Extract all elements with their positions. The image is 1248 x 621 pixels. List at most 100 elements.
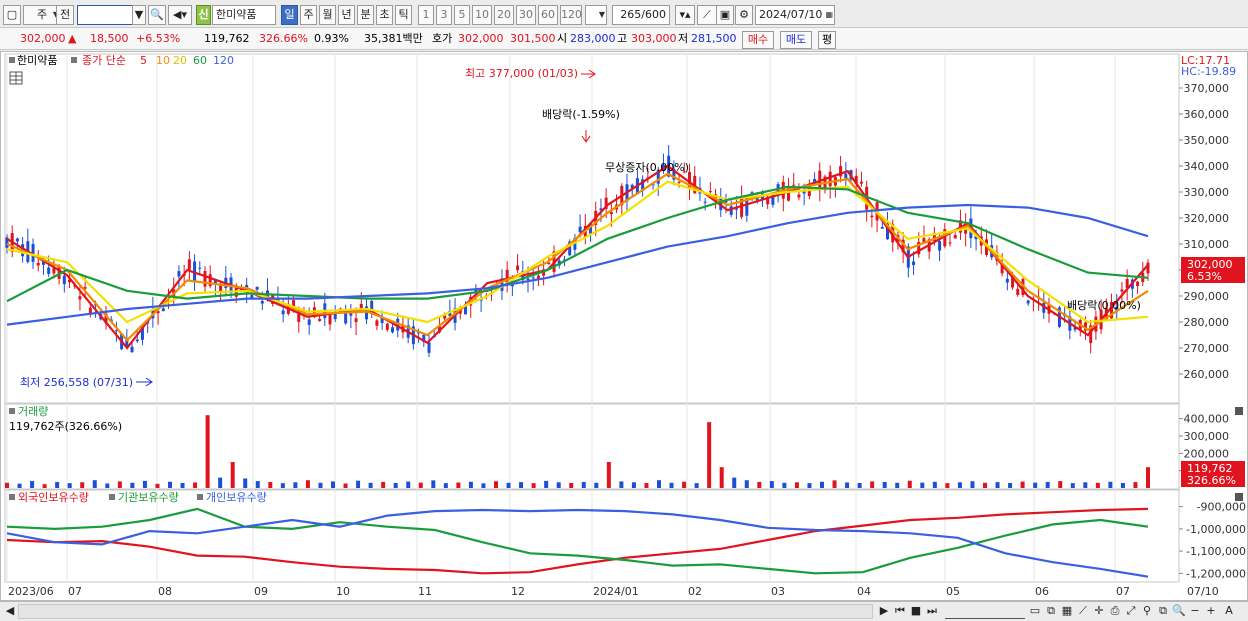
date-field[interactable]: 2024/07/10 ▦	[755, 5, 835, 25]
copy-icon[interactable]: ⧉	[1156, 604, 1170, 619]
scroll-left-icon[interactable]: ◀	[4, 604, 16, 619]
forward-icon[interactable]: ⏭	[925, 604, 939, 619]
stop-icon[interactable]: ■	[909, 604, 923, 619]
period-month[interactable]: 월	[319, 5, 336, 25]
count-field[interactable]: 265/600	[612, 5, 670, 25]
period-second[interactable]: 초	[376, 5, 393, 25]
candle-body	[36, 262, 40, 266]
scroll-right-icon[interactable]: ▶	[877, 604, 891, 619]
volume-bar	[920, 482, 925, 488]
candle-body	[359, 303, 363, 309]
current-pct-label: 6.53%	[1187, 270, 1222, 283]
compare-icon[interactable]: ⧉	[1044, 604, 1058, 619]
layout-icon[interactable]: ▭	[1028, 604, 1042, 619]
candle-body	[526, 278, 530, 281]
legend-institution: 기관보유수량	[118, 491, 179, 504]
sell-button[interactable]: 매도	[780, 31, 812, 49]
chart-area[interactable]: 370,000 360,000 350,000 340,000 330,000 320,0…	[0, 51, 1248, 601]
search-icon[interactable]: 🔍	[148, 5, 166, 25]
print-icon[interactable]: ⎙	[1108, 604, 1122, 619]
volume-bar	[356, 480, 361, 488]
legend-marker	[71, 57, 77, 63]
y-axis-ticks: 370,000 360,000 350,000 340,000 330,000 320,0…	[1179, 82, 1246, 580]
expand-icon[interactable]: ⤢	[1124, 604, 1138, 619]
indicator-icon[interactable]: ▾▴	[675, 5, 695, 25]
volume-bar	[468, 481, 473, 488]
candle-body	[859, 181, 863, 184]
legend-marker	[197, 494, 203, 500]
legend-ma-120: 120	[213, 54, 234, 67]
interval-10[interactable]: 10	[472, 5, 492, 25]
close-icon[interactable]	[1235, 493, 1243, 501]
table-icon[interactable]: ▦	[1060, 604, 1074, 619]
legend-ma-20: 20	[173, 54, 187, 67]
rewind-icon[interactable]: ⏮	[893, 604, 907, 619]
period-minute[interactable]: 분	[357, 5, 374, 25]
period-tick[interactable]: 틱	[395, 5, 412, 25]
search-icon[interactable]: 🔍	[1172, 604, 1186, 619]
legend-series: 종가 단순	[82, 54, 126, 67]
scrollbar-track[interactable]	[18, 604, 873, 619]
legend-ma-5: 5	[140, 54, 147, 67]
period-week[interactable]: 주	[300, 5, 317, 25]
save-icon[interactable]: ▣	[716, 5, 734, 25]
interval-120[interactable]: 120	[560, 5, 582, 25]
gear-icon[interactable]: ⚙	[735, 5, 753, 25]
bid-label: 호가	[432, 32, 453, 45]
y-tick-label: 350,000	[1184, 134, 1230, 147]
text-tool-icon[interactable]: A	[1222, 604, 1236, 619]
candle-body	[260, 300, 264, 304]
interval-60[interactable]: 60	[538, 5, 558, 25]
draw-tool-icon[interactable]: ⟋	[697, 5, 717, 25]
interval-1[interactable]: 1	[418, 5, 434, 25]
speaker-icon[interactable]: ◀▾	[168, 5, 192, 25]
stock-name-field[interactable]: 한미약품	[212, 5, 276, 25]
zoom-in-icon[interactable]: +	[1204, 604, 1218, 619]
volume-bar	[707, 422, 712, 488]
y-tick-label: 300,000	[1184, 430, 1230, 443]
prev-button[interactable]: 전	[56, 5, 74, 25]
interval-custom-select[interactable]: ▼	[585, 5, 607, 25]
change-value: 18,500	[90, 32, 129, 45]
volume-bar	[744, 480, 749, 488]
interval-20[interactable]: 20	[494, 5, 514, 25]
interval-30[interactable]: 30	[516, 5, 536, 25]
zoom-out-icon[interactable]: −	[1188, 604, 1202, 619]
buy-button[interactable]: 매수	[742, 31, 774, 49]
volume-bar	[205, 415, 210, 488]
close-icon[interactable]	[1235, 407, 1243, 415]
volume-bar	[757, 481, 762, 488]
code-dropdown-icon[interactable]: ▼	[132, 5, 146, 25]
line-tool-icon[interactable]: ⟋	[1076, 604, 1090, 619]
volume-bar	[67, 483, 72, 488]
volume-bar	[456, 482, 461, 488]
legend-ma-10: 10	[156, 54, 170, 67]
stock-chart[interactable]: 370,000 360,000 350,000 340,000 330,000 320,0…	[1, 52, 1247, 600]
candle-body	[427, 342, 431, 353]
interval-5[interactable]: 5	[454, 5, 470, 25]
candle-body	[328, 314, 332, 325]
pin-icon[interactable]: ⚲	[1140, 604, 1154, 619]
candle-body	[391, 327, 395, 333]
layout-icon[interactable]: ▢	[3, 5, 21, 25]
legend-marker	[109, 494, 115, 500]
crosshair-icon[interactable]: ✛	[1092, 604, 1106, 619]
x-tick-label: 07	[68, 585, 82, 598]
period-year[interactable]: 년	[338, 5, 355, 25]
period-day[interactable]: 일	[281, 5, 298, 25]
eval-button[interactable]: 평	[818, 31, 836, 49]
high-annotation: 최고 377,000 (01/03)	[465, 67, 578, 80]
candle-body	[708, 191, 712, 193]
zoom-slider[interactable]	[945, 604, 1025, 619]
candle-body	[1005, 278, 1009, 283]
y-tick-label: 340,000	[1184, 160, 1230, 173]
volume-bar	[105, 483, 110, 488]
volume-bar	[80, 482, 85, 488]
candle-body	[203, 270, 207, 287]
candle-body	[177, 271, 181, 277]
volume-bar	[531, 483, 536, 488]
volume-bar	[957, 482, 962, 488]
volume-bar	[544, 480, 549, 488]
calendar-icon[interactable]: ▦	[825, 6, 833, 24]
interval-3[interactable]: 3	[436, 5, 452, 25]
